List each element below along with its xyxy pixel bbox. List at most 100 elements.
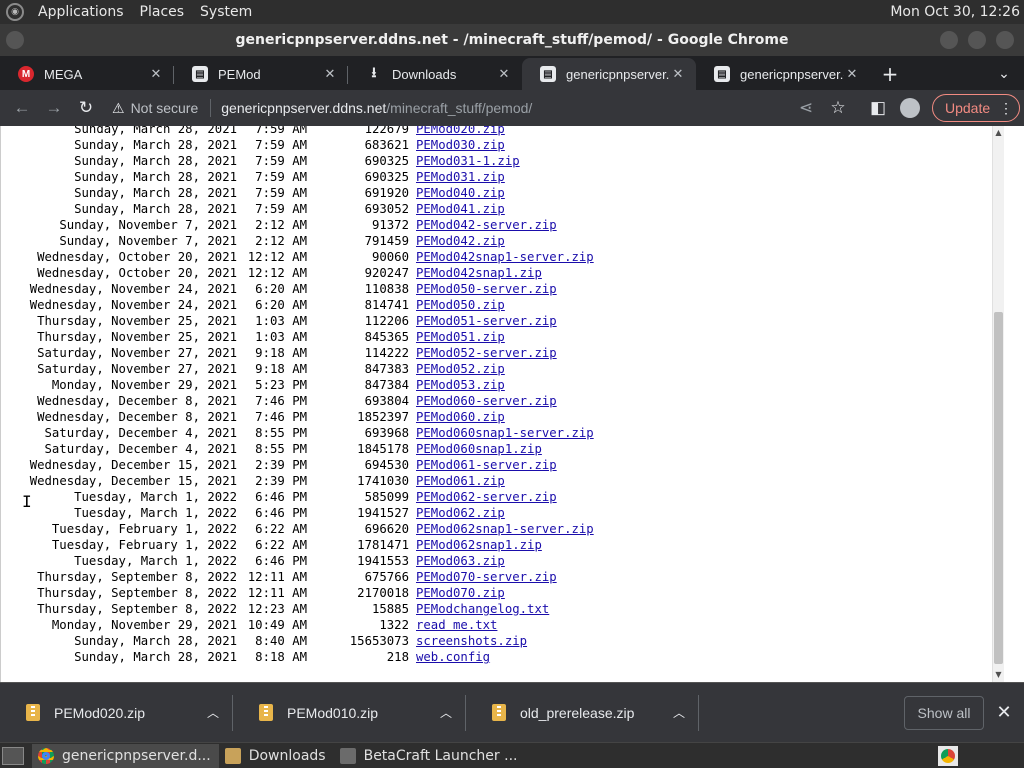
vertical-scrollbar[interactable]: ▲ ▼	[992, 126, 1004, 682]
listing-row: Sunday, March 28, 2021 7:59 AM 683621 PEMod…	[1, 137, 594, 153]
file-link[interactable]: PEMod031-1.zip	[416, 153, 520, 169]
entry-time: 8:55 PM	[255, 442, 307, 456]
share-icon[interactable]: ⋖	[790, 92, 822, 124]
download-item[interactable]: PEMod010.zip ︿	[233, 683, 466, 743]
show-all-button[interactable]: Show all	[904, 695, 984, 730]
file-link[interactable]: PEMod070-server.zip	[416, 569, 557, 585]
tab-pemod[interactable]: ▤ PEMod ✕	[174, 58, 348, 90]
task-chrome[interactable]: genericpnpserver.d...	[32, 743, 219, 768]
tab-genericpnpserver-active[interactable]: ▤ genericpnpserver.d ✕	[522, 58, 696, 90]
clock[interactable]: Mon Oct 30, 12:26	[890, 4, 1024, 20]
download-filename[interactable]: PEMod020.zip	[54, 705, 193, 721]
file-link[interactable]: PEMod052-server.zip	[416, 345, 557, 361]
file-link[interactable]: PEMod062snap1.zip	[416, 537, 542, 553]
file-link[interactable]: web.config	[416, 649, 490, 665]
chevron-up-icon[interactable]: ︿	[426, 704, 466, 721]
download-item[interactable]: PEMod020.zip ︿	[0, 683, 233, 743]
file-link[interactable]: PEMod042-server.zip	[416, 217, 557, 233]
window-title: genericpnpserver.ddns.net - /minecraft_s…	[235, 32, 789, 48]
menu-system[interactable]: System	[192, 4, 260, 20]
file-link[interactable]: screenshots.zip	[416, 633, 527, 649]
show-desktop-icon[interactable]	[2, 746, 24, 765]
tab-search-chevron-icon[interactable]: ⌄	[984, 58, 1024, 90]
tab-strip: M MEGA ✕ ▤ PEMod ✕ ⭳ Downloads ✕ ▤ gener…	[0, 56, 1024, 90]
close-tab-icon[interactable]: ✕	[670, 66, 686, 82]
task-label: Downloads	[248, 747, 326, 764]
window-menu-button[interactable]	[6, 31, 24, 49]
file-link[interactable]: PEMod050-server.zip	[416, 281, 557, 297]
download-item[interactable]: old_prerelease.zip ︿	[466, 683, 699, 743]
file-link[interactable]: PEMod051.zip	[416, 329, 505, 345]
url-path[interactable]: /minecraft_stuff/pemod/	[386, 100, 532, 116]
scroll-up-arrow-icon[interactable]: ▲	[993, 128, 1004, 140]
minimize-button[interactable]	[940, 31, 958, 49]
forward-arrow-icon[interactable]: →	[38, 92, 70, 124]
file-link[interactable]: PEMod040.zip	[416, 185, 505, 201]
file-link[interactable]: PEMod030.zip	[416, 137, 505, 153]
file-link[interactable]: PEMod061.zip	[416, 473, 505, 489]
reload-icon[interactable]: ↻	[70, 92, 102, 124]
entry-date: Monday, November 29, 2021	[51, 618, 237, 632]
file-link[interactable]: PEModchangelog.txt	[416, 601, 549, 617]
close-window-button[interactable]	[996, 31, 1014, 49]
close-tab-icon[interactable]: ✕	[844, 66, 860, 82]
close-tab-icon[interactable]: ✕	[322, 66, 338, 82]
tab-downloads[interactable]: ⭳ Downloads ✕	[348, 58, 522, 90]
scrollbar-thumb[interactable]	[994, 312, 1003, 664]
file-link[interactable]: PEMod050.zip	[416, 297, 505, 313]
entry-time: 6:46 PM	[255, 554, 307, 568]
file-link[interactable]: PEMod062-server.zip	[416, 489, 557, 505]
file-link[interactable]: PEMod041.zip	[416, 201, 505, 217]
file-link[interactable]: PEMod060snap1-server.zip	[416, 425, 594, 441]
profile-avatar-icon[interactable]	[900, 98, 920, 118]
file-link[interactable]: read me.txt	[416, 617, 497, 633]
file-link[interactable]: PEMod042snap1-server.zip	[416, 249, 594, 265]
warning-icon[interactable]: ⚠	[112, 100, 125, 117]
bookmark-star-icon[interactable]: ☆	[822, 92, 854, 124]
close-tab-icon[interactable]: ✕	[496, 66, 512, 82]
task-downloads-folder[interactable]: Downloads	[219, 744, 334, 768]
download-filename[interactable]: PEMod010.zip	[287, 705, 426, 721]
task-betacraft[interactable]: BetaCraft Launcher ...	[334, 744, 526, 768]
task-label: BetaCraft Launcher ...	[363, 747, 518, 764]
back-arrow-icon[interactable]: ←	[6, 92, 38, 124]
file-link[interactable]: PEMod053.zip	[416, 377, 505, 393]
tray-chrome[interactable]	[938, 745, 958, 766]
download-filename[interactable]: old_prerelease.zip	[520, 705, 659, 721]
file-link[interactable]: PEMod063.zip	[416, 553, 505, 569]
chevron-up-icon[interactable]: ︿	[193, 704, 233, 721]
distro-logo-icon[interactable]: ◉	[6, 3, 24, 21]
maximize-button[interactable]	[968, 31, 986, 49]
close-tab-icon[interactable]: ✕	[148, 66, 164, 82]
file-link[interactable]: PEMod061-server.zip	[416, 457, 557, 473]
url-host[interactable]: genericpnpserver.ddns.net	[221, 100, 386, 116]
file-link[interactable]: PEMod052.zip	[416, 361, 505, 377]
close-shelf-icon[interactable]: ✕	[984, 702, 1024, 723]
file-link[interactable]: PEMod060.zip	[416, 409, 505, 425]
file-link[interactable]: PEMod020.zip	[416, 126, 505, 137]
file-link[interactable]: PEMod060-server.zip	[416, 393, 557, 409]
address-bar[interactable]: ⚠ Not secure genericpnpserver.ddns.net/m…	[108, 94, 790, 122]
file-link[interactable]: PEMod070.zip	[416, 585, 505, 601]
chevron-up-icon[interactable]: ︿	[659, 704, 699, 721]
file-link[interactable]: PEMod031.zip	[416, 169, 505, 185]
file-link[interactable]: PEMod060snap1.zip	[416, 441, 542, 457]
new-tab-button[interactable]: +	[870, 58, 910, 90]
window-titlebar[interactable]: genericpnpserver.ddns.net - /minecraft_s…	[0, 24, 1024, 56]
update-button[interactable]: Update ⋮	[932, 94, 1020, 122]
security-status[interactable]: Not secure	[131, 100, 199, 116]
file-link[interactable]: PEMod042.zip	[416, 233, 505, 249]
file-link[interactable]: PEMod062snap1-server.zip	[416, 521, 594, 537]
kebab-menu-icon[interactable]: ⋮	[999, 100, 1013, 117]
file-link[interactable]: PEMod042snap1.zip	[416, 265, 542, 281]
tab-mega[interactable]: M MEGA ✕	[0, 58, 174, 90]
entry-date: Wednesday, December 8, 2021	[37, 410, 237, 424]
scroll-down-arrow-icon[interactable]: ▼	[993, 670, 1004, 682]
side-panel-icon[interactable]: ◧	[862, 92, 894, 124]
menu-applications[interactable]: Applications	[30, 4, 132, 20]
listing-row: Thursday, November 25, 2021 1:03 AM 112206…	[1, 313, 594, 329]
menu-places[interactable]: Places	[132, 4, 193, 20]
tab-genericpnpserver[interactable]: ▤ genericpnpserver.d ✕	[696, 58, 870, 90]
file-link[interactable]: PEMod051-server.zip	[416, 313, 557, 329]
file-link[interactable]: PEMod062.zip	[416, 505, 505, 521]
